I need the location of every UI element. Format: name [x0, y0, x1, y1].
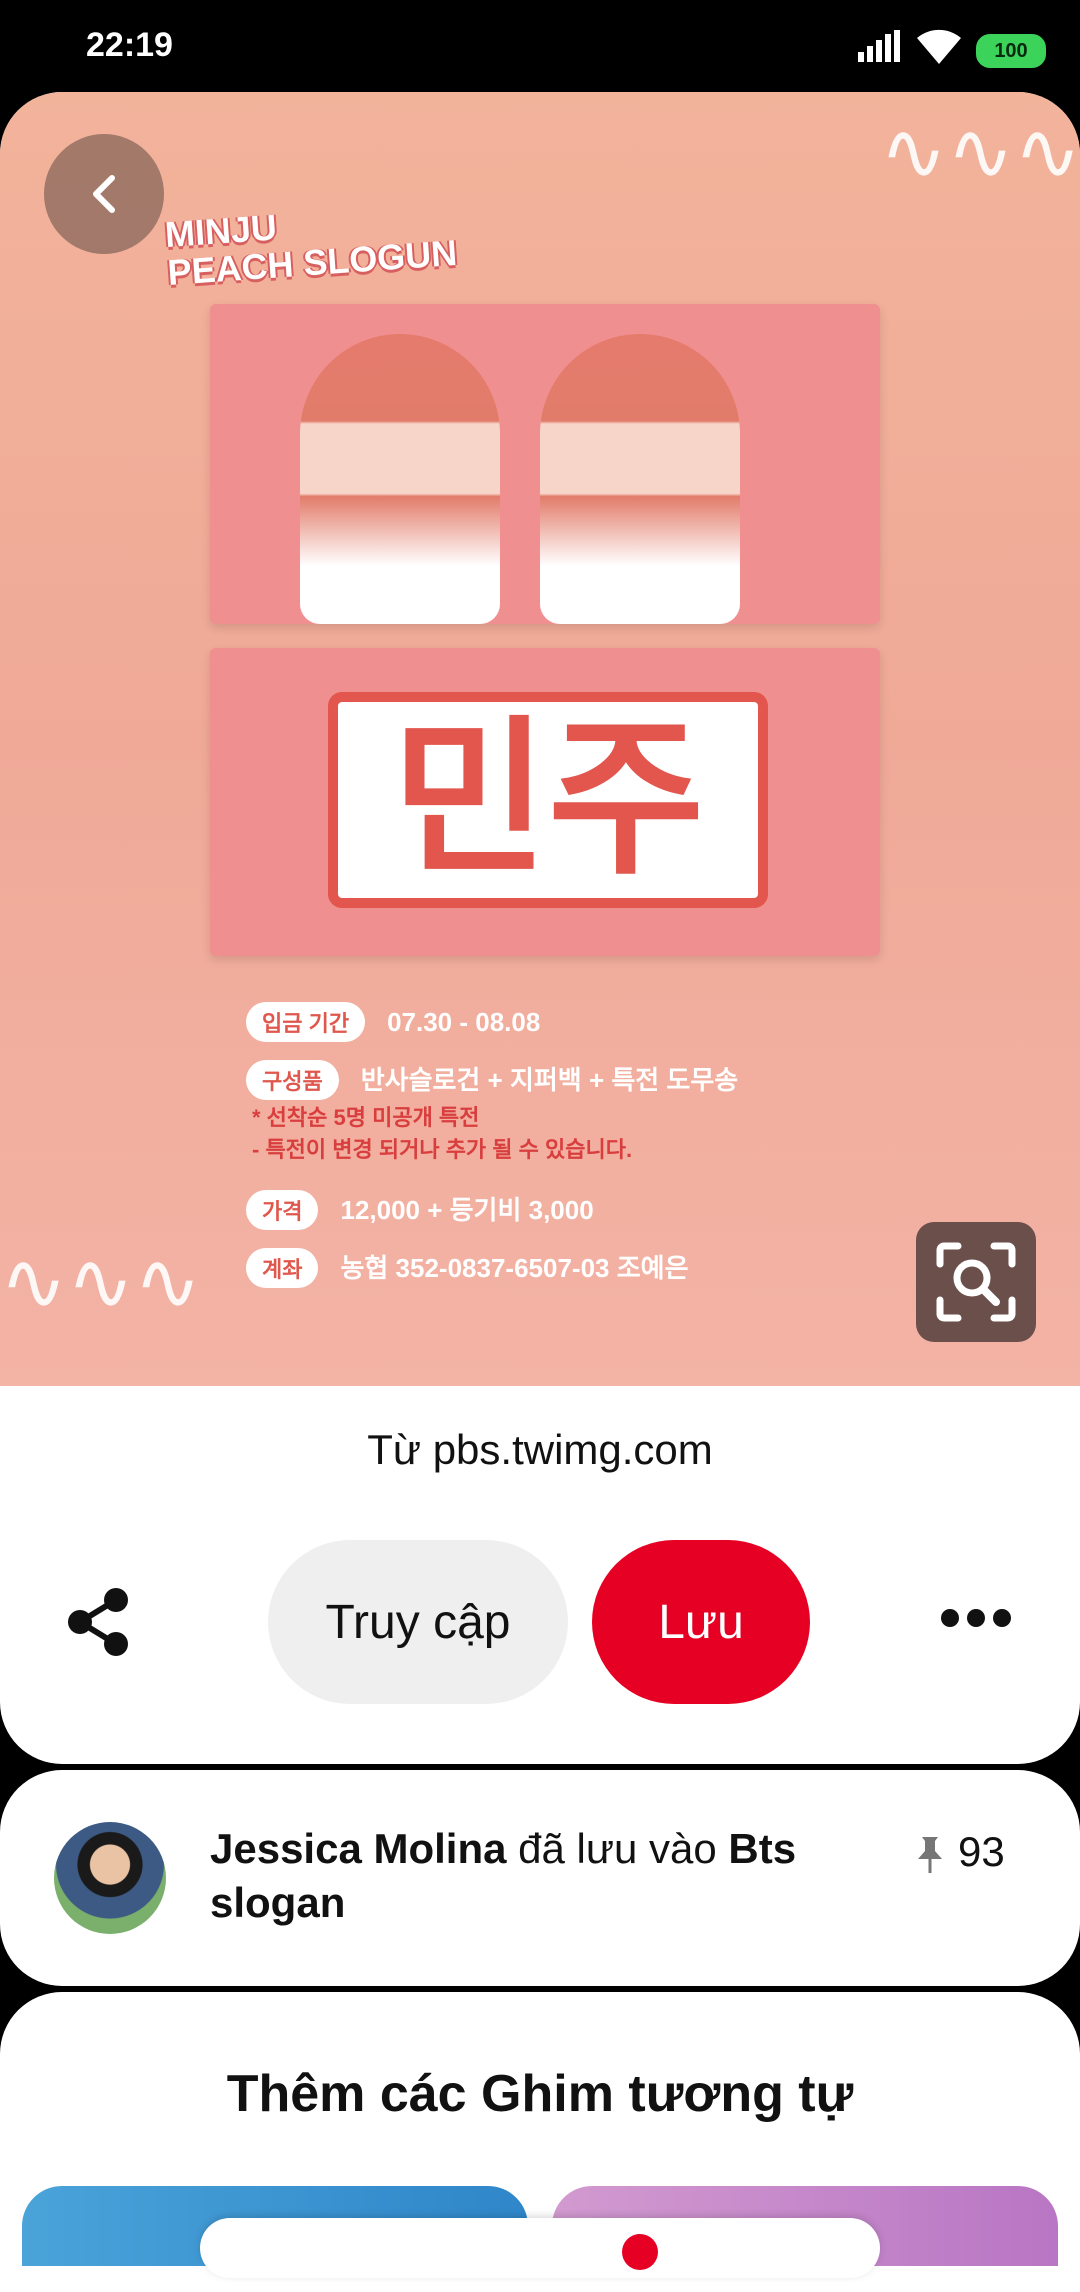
saver-verb: đã lưu vào	[518, 1825, 717, 1872]
source-prefix: Từ	[367, 1426, 422, 1473]
section-title: Thêm các Ghim tương tự	[226, 2065, 854, 2123]
info-note: * 선착순 5명 미공개 특전 - 특전이 변경 되거나 추가 될 수 있습니다…	[252, 1102, 632, 1166]
slogan-banner-text: 민주	[210, 648, 880, 956]
status-time: 22:19	[86, 26, 173, 64]
source-link[interactable]: Từ pbs.twimg.com	[0, 1426, 1080, 1474]
info-tag: 입금 기간	[246, 1002, 366, 1042]
info-row: 계좌 농협 352-0837-6507-03 조예은	[246, 1248, 689, 1288]
info-value: 12,000 + 등기비 3,000	[340, 1195, 594, 1225]
wave-decoration: ∿∿∿	[0, 1237, 202, 1326]
slogan-banner-photo	[210, 304, 880, 624]
info-value: 07.30 - 08.08	[387, 1007, 541, 1037]
image-title: MINJU PEACH SLOGUN	[164, 196, 459, 293]
battery-indicator: 100	[976, 34, 1046, 68]
info-value: 농협 352-0837-6507-03 조예은	[340, 1253, 689, 1283]
back-icon	[93, 175, 115, 213]
info-tag: 가격	[246, 1190, 319, 1230]
note-line: - 특전이 변경 되거나 추가 될 수 있습니다.	[252, 1137, 633, 1162]
more-icon[interactable]	[940, 1606, 1012, 1630]
info-value: 반사슬로건 + 지퍼백 + 특전 도무송	[360, 1065, 739, 1095]
big-korean-text: 민주	[328, 692, 768, 908]
pin-count: 93	[916, 1828, 1005, 1876]
pin-icon	[918, 1836, 942, 1873]
back-button[interactable]	[44, 134, 164, 254]
wifi-icon	[917, 29, 961, 64]
pin-count-value: 93	[958, 1828, 1005, 1875]
share-icon[interactable]	[64, 1586, 132, 1658]
pin-card: ∿∿∿ ∿∿∿ MINJU PEACH SLOGUN 민주 입금 기간 07.30…	[0, 92, 1080, 1764]
status-bar: 22:19 100	[0, 0, 1080, 92]
bottom-nav-pill[interactable]	[200, 2218, 880, 2278]
info-row: 가격 12,000 + 등기비 3,000	[246, 1190, 594, 1230]
source-domain: pbs.twimg.com	[432, 1426, 713, 1473]
info-row: 구성품 반사슬로건 + 지퍼백 + 특전 도무송	[246, 1060, 738, 1100]
saver-text: Jessica Molina đã lưu vào Bts slogan	[210, 1822, 850, 1930]
info-row: 입금 기간 07.30 - 08.08	[246, 1002, 540, 1042]
action-bar: Truy cập Lưu	[0, 1540, 1080, 1704]
note-line: * 선착순 5명 미공개 특전	[252, 1105, 480, 1130]
saver-name[interactable]: Jessica Molina	[210, 1825, 506, 1872]
nav-active-dot	[622, 2234, 658, 2270]
portrait-right	[540, 334, 740, 624]
pin-image[interactable]: ∿∿∿ ∿∿∿ MINJU PEACH SLOGUN 민주 입금 기간 07.30…	[0, 92, 1080, 1386]
visit-button[interactable]: Truy cập	[268, 1540, 568, 1704]
save-button[interactable]: Lưu	[592, 1540, 810, 1704]
avatar[interactable]	[54, 1822, 166, 1934]
info-tag: 계좌	[246, 1248, 319, 1288]
portrait-left	[300, 334, 500, 624]
saver-card[interactable]: Jessica Molina đã lưu vào Bts slogan 93	[0, 1770, 1080, 1986]
visual-search-button[interactable]	[916, 1222, 1036, 1342]
visual-search-icon	[936, 1242, 1016, 1322]
wave-decoration: ∿∿∿	[880, 107, 1080, 196]
signal-icon	[858, 30, 900, 62]
info-tag: 구성품	[246, 1060, 339, 1100]
